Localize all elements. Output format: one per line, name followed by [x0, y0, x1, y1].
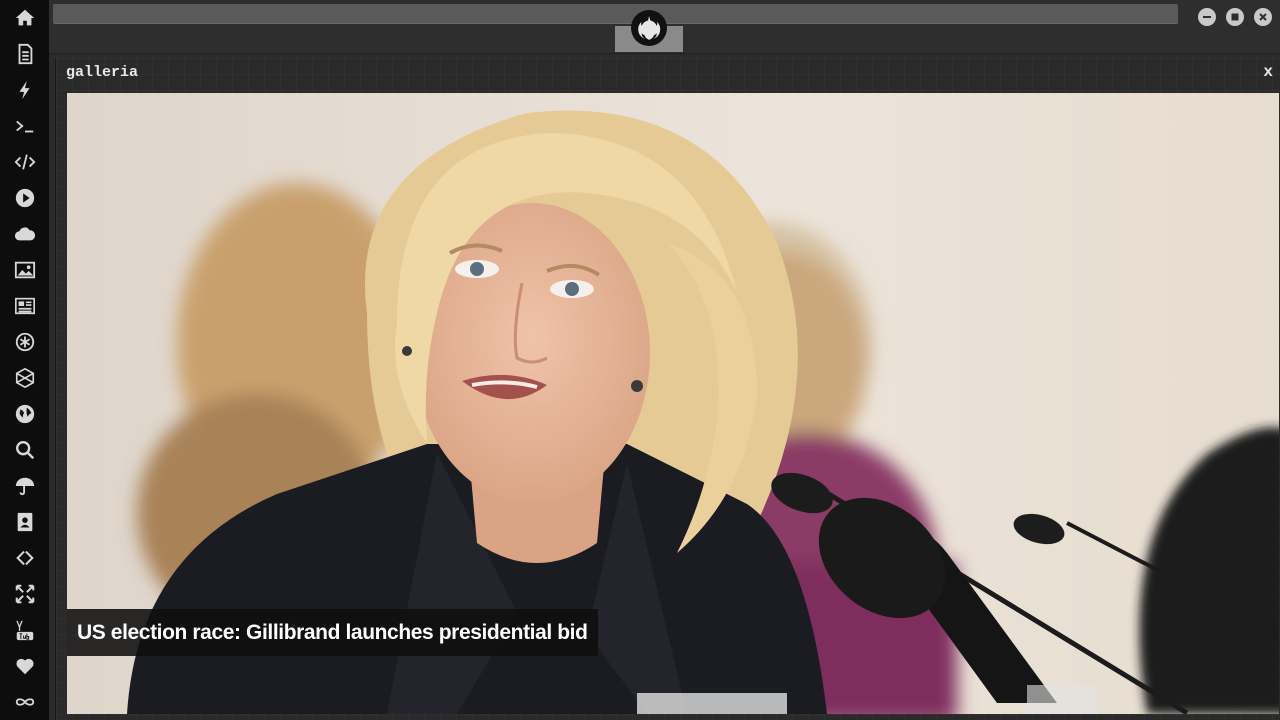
hexagon-icon	[15, 367, 34, 389]
maximize-icon	[1231, 13, 1239, 21]
cloud-icon	[14, 227, 35, 241]
contact-button[interactable]	[0, 504, 49, 540]
link-icon	[15, 550, 34, 566]
search-button[interactable]	[0, 432, 49, 468]
rebel-alliance-logo[interactable]	[631, 10, 667, 46]
minimize-button[interactable]	[1198, 8, 1216, 26]
galleria-panel: galleria x US election race: Gillibrand …	[55, 58, 1280, 720]
search-icon	[15, 441, 34, 460]
lightning-icon	[19, 80, 30, 100]
heart-icon	[15, 658, 34, 675]
image-icon	[14, 261, 35, 279]
newspaper-button[interactable]	[0, 288, 49, 324]
link-button[interactable]	[0, 540, 49, 576]
umbrella-icon	[15, 477, 34, 496]
asterisk-button[interactable]	[0, 324, 49, 360]
minimize-icon	[1203, 16, 1211, 18]
document-icon	[18, 43, 32, 65]
contact-icon	[17, 512, 32, 532]
newspaper-icon	[14, 297, 35, 315]
terminal-icon	[15, 120, 33, 133]
expand-button[interactable]	[0, 576, 49, 612]
terminal-button[interactable]	[0, 108, 49, 144]
gallery-image[interactable]: US election race: Gillibrand launches pr…	[67, 93, 1279, 714]
document-button[interactable]	[0, 36, 49, 72]
code-button[interactable]	[0, 144, 49, 180]
close-window-button[interactable]	[1254, 8, 1272, 26]
panel-close-button[interactable]: x	[1263, 63, 1273, 81]
play-button[interactable]	[0, 180, 49, 216]
expand-icon	[15, 584, 34, 604]
top-bar	[49, 0, 1280, 54]
asterisk-icon	[15, 332, 34, 352]
image-button[interactable]	[0, 252, 49, 288]
infinity-button[interactable]	[0, 684, 49, 720]
panel-header: galleria x	[56, 58, 1280, 88]
maximize-button[interactable]	[1226, 8, 1244, 26]
infinity-icon	[15, 698, 34, 706]
play-icon	[15, 188, 34, 208]
youtube-icon	[15, 620, 33, 641]
home-button[interactable]	[0, 0, 49, 36]
cloud-button[interactable]	[0, 216, 49, 252]
close-icon	[1259, 13, 1267, 21]
panel-title: galleria	[66, 64, 139, 81]
heart-button[interactable]	[0, 648, 49, 684]
youtube-button[interactable]	[0, 612, 49, 648]
code-icon	[14, 154, 35, 170]
sidebar	[0, 0, 49, 720]
lightning-button[interactable]	[0, 72, 49, 108]
address-bar[interactable]	[53, 4, 1178, 24]
rebel-alliance-icon	[638, 16, 661, 40]
umbrella-button[interactable]	[0, 468, 49, 504]
home-icon	[15, 9, 34, 26]
gallery-caption: US election race: Gillibrand launches pr…	[67, 609, 598, 656]
globe-icon	[15, 404, 34, 424]
hexagon-button[interactable]	[0, 360, 49, 396]
globe-button[interactable]	[0, 396, 49, 432]
